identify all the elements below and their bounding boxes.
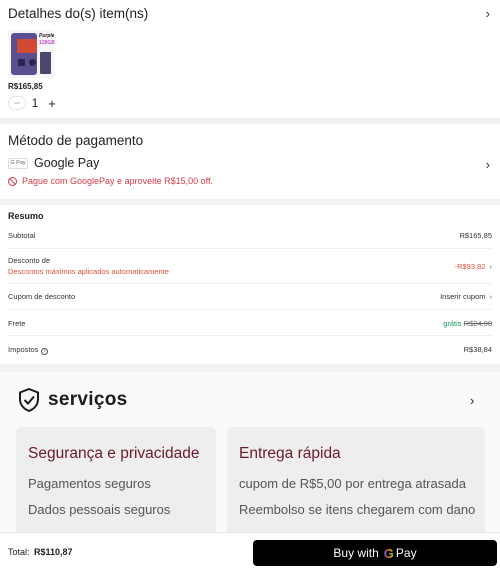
shield-check-icon (19, 388, 39, 412)
checkout-bar: Total: R$110,87 Buy with G Pay (0, 532, 500, 573)
product-label-color: Purple (39, 33, 55, 39)
total-label: Total: (8, 547, 30, 557)
item-price: R$165,85 (8, 82, 43, 91)
payment-promo: Pague com GooglePay e aproveite R$15,00 … (8, 176, 213, 186)
product-label-storage: 128GB (39, 40, 55, 46)
quantity-stepper: − 1 + (8, 95, 60, 111)
product-thumbnail[interactable]: Purple 128GB (8, 30, 55, 78)
divider (8, 283, 492, 284)
subtotal-value: R$165,85 (459, 231, 492, 240)
handheld-console-image (11, 33, 37, 75)
service-card-security: Segurança e privacidade Pagamentos segur… (16, 427, 216, 537)
buy-button-label: Buy with (333, 546, 379, 560)
buy-with-google-pay-button[interactable]: Buy with G Pay (253, 540, 497, 566)
service-card-title: Entrega rápida (239, 445, 341, 462)
divider (8, 309, 492, 310)
buy-button-pay: Pay (395, 546, 417, 560)
shipping-old-value: R$24,00 (463, 319, 492, 328)
info-icon[interactable]: i (41, 348, 49, 355)
item-details-title: Detalhes do(s) item(ns) (8, 6, 149, 21)
chevron-right-icon[interactable]: › (486, 157, 490, 172)
service-card-line: Dados pessoais seguros (28, 502, 171, 517)
chevron-right-icon[interactable]: › (470, 393, 474, 408)
divider (8, 335, 492, 336)
no-sign-icon (8, 176, 17, 186)
summary-section (0, 205, 500, 364)
summary-title: Resumo (8, 211, 44, 221)
payment-method-name[interactable]: Google Pay (34, 156, 99, 170)
service-card-line: cupom de R$5,00 por entrega atrasada (239, 476, 466, 491)
service-card-line: Reembolso se itens chegarem com dano (239, 502, 476, 517)
payment-method-title: Método de pagamento (8, 133, 144, 148)
taxes-label: Impostos (8, 345, 39, 354)
service-card-delivery: Entrega rápida cupom de R$5,00 por entre… (227, 427, 485, 537)
shipping-label: Frete (8, 319, 26, 328)
discount-label: Desconto de (8, 256, 51, 265)
shipping-free-value: grátis (443, 319, 462, 328)
service-card-title: Segurança e privacidade (28, 445, 200, 462)
google-g-icon: G (383, 545, 394, 561)
divider (8, 248, 492, 249)
chevron-right-icon[interactable]: › (490, 262, 493, 271)
insert-coupon-link[interactable]: Inserir cupom (440, 292, 485, 301)
discount-value: -R$93,82 (454, 262, 486, 271)
discount-sublabel: Descontos máximos aplicados automaticame… (8, 267, 169, 276)
google-pay-badge-icon: G Pay (8, 158, 28, 169)
quantity-value: 1 (31, 96, 39, 110)
services-title: serviços (48, 389, 128, 410)
service-card-line: Pagamentos seguros (28, 476, 151, 491)
decrease-quantity-button[interactable]: − (8, 96, 26, 110)
item-details-section: Detalhes do(s) item(ns) › Purple 128GB R… (0, 0, 500, 118)
chevron-right-icon[interactable]: › (490, 292, 493, 301)
subtotal-label: Subtotal (8, 231, 36, 240)
total-value: R$110,87 (34, 547, 73, 557)
coupon-label: Cupom de desconto (8, 292, 76, 301)
increase-quantity-button[interactable]: + (44, 96, 60, 111)
taxes-value: R$38,84 (463, 345, 492, 354)
chevron-right-icon[interactable]: › (486, 6, 490, 21)
payment-promo-text: Pague com GooglePay e aproveite R$15,00 … (22, 176, 213, 186)
